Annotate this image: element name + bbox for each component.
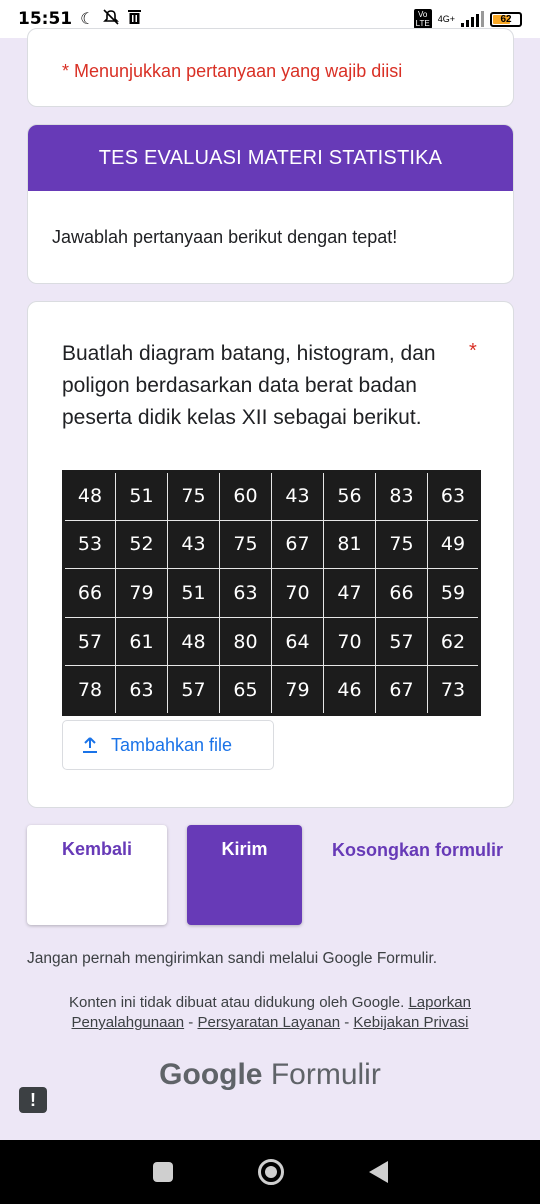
- table-cell: 78: [63, 665, 116, 715]
- signal-icon: [461, 11, 484, 27]
- table-cell: 81: [323, 519, 376, 570]
- required-note-card: * Menunjukkan pertanyaan yang wajib diis…: [27, 28, 514, 107]
- table-cell: 48: [63, 471, 116, 521]
- table-cell: 43: [167, 519, 220, 570]
- status-right: Vo LTE 4G+ 62: [413, 9, 522, 29]
- table-row: 66 79 51 63 70 47 66 59: [63, 568, 480, 618]
- table-cell: 66: [375, 568, 428, 618]
- navigation-bar: [0, 1140, 540, 1204]
- table-row: 78 63 57 65 79 46 67 73: [63, 665, 480, 715]
- add-file-label: Tambahkan file: [111, 734, 233, 755]
- volte-icon: Vo LTE: [413, 9, 432, 29]
- battery-icon: 62: [490, 11, 522, 27]
- brand-product: Formulir: [270, 1058, 381, 1091]
- privacy-link[interactable]: Kebijakan Privasi: [353, 1014, 468, 1031]
- battery-level: 62: [500, 13, 512, 25]
- question-card: Buatlah diagram batang, histogram, dan p…: [27, 301, 514, 808]
- network-type: 4G+: [437, 14, 455, 24]
- table-cell: 75: [219, 519, 272, 570]
- table-cell: 57: [167, 665, 220, 715]
- table-cell: 46: [323, 665, 376, 715]
- table-cell: 80: [219, 616, 272, 667]
- table-cell: 57: [375, 616, 428, 667]
- back-nav-icon[interactable]: [368, 1161, 388, 1183]
- table-cell: 73: [427, 665, 480, 715]
- terms-link[interactable]: Persyaratan Layanan: [197, 1014, 340, 1031]
- status-time: 15:51: [18, 9, 73, 29]
- feedback-icon[interactable]: !: [19, 1087, 47, 1113]
- table-cell: 51: [167, 568, 220, 618]
- table-cell: 62: [427, 616, 480, 667]
- question-text: Buatlah diagram batang, histogram, dan p…: [62, 342, 436, 429]
- table-row: 53 52 43 75 67 81 75 49: [63, 519, 480, 570]
- form-title-card: TES EVALUASI MATERI STATISTIKA Jawablah …: [27, 124, 514, 284]
- table-row: 57 61 48 80 64 70 57 62: [63, 616, 480, 667]
- table-cell: 57: [63, 616, 116, 667]
- table-cell: 51: [115, 471, 168, 521]
- separator: -: [344, 1014, 350, 1031]
- table-cell: 67: [271, 519, 324, 570]
- back-button[interactable]: Kembali: [27, 825, 167, 925]
- table-cell: 65: [219, 665, 272, 715]
- add-file-button[interactable]: Tambahkan file: [62, 720, 274, 770]
- table-cell: 47: [323, 568, 376, 618]
- disclaimer-text: Konten ini tidak dibuat atau didukung ol…: [69, 994, 405, 1011]
- clear-form-button[interactable]: Kosongkan formulir: [330, 825, 505, 925]
- table-cell: 43: [271, 471, 324, 521]
- table-cell: 48: [167, 616, 220, 667]
- table-cell: 70: [323, 616, 376, 667]
- table-cell: 56: [323, 471, 376, 521]
- muted-notification-icon: [102, 8, 120, 30]
- brand-google: Google: [159, 1058, 263, 1091]
- upload-icon: [83, 737, 97, 753]
- table-cell: 59: [427, 568, 480, 618]
- table-cell: 61: [115, 616, 168, 667]
- form-description: Jawablah pertanyaan berikut dengan tepat…: [52, 227, 398, 247]
- table-cell: 63: [115, 665, 168, 715]
- table-cell: 79: [115, 568, 168, 618]
- table-cell: 83: [375, 471, 428, 521]
- disclaimer: Konten ini tidak dibuat atau didukung ol…: [40, 993, 500, 1033]
- weight-data-table: 48 51 75 60 43 56 83 63 53 52 43 75 67 81 75 49 66 79 51 63…: [62, 470, 481, 716]
- table-cell: 75: [375, 519, 428, 570]
- table-cell: 49: [427, 519, 480, 570]
- table-cell: 70: [271, 568, 324, 618]
- form-title: TES EVALUASI MATERI STATISTIKA: [28, 125, 513, 191]
- google-forms-logo: Google Formulir: [0, 1058, 540, 1092]
- table-cell: 64: [271, 616, 324, 667]
- home-icon[interactable]: [257, 1159, 284, 1185]
- trash-icon: [128, 9, 142, 29]
- separator: -: [188, 1014, 194, 1031]
- table-cell: 53: [63, 519, 116, 570]
- password-warning: Jangan pernah mengirimkan sandi melalui …: [27, 950, 438, 967]
- table-cell: 63: [427, 471, 480, 521]
- submit-button[interactable]: Kirim: [187, 825, 302, 925]
- table-cell: 75: [167, 471, 220, 521]
- recents-icon[interactable]: [152, 1162, 173, 1182]
- table-cell: 52: [115, 519, 168, 570]
- table-cell: 66: [63, 568, 116, 618]
- table-cell: 79: [271, 665, 324, 715]
- table-cell: 60: [219, 471, 272, 521]
- required-note: * Menunjukkan pertanyaan yang wajib diis…: [62, 61, 403, 81]
- table-cell: 67: [375, 665, 428, 715]
- table-row: 48 51 75 60 43 56 83 63: [63, 471, 480, 521]
- required-marker: *: [469, 340, 477, 362]
- table-cell: 63: [219, 568, 272, 618]
- do-not-disturb-icon: ☾: [80, 11, 95, 28]
